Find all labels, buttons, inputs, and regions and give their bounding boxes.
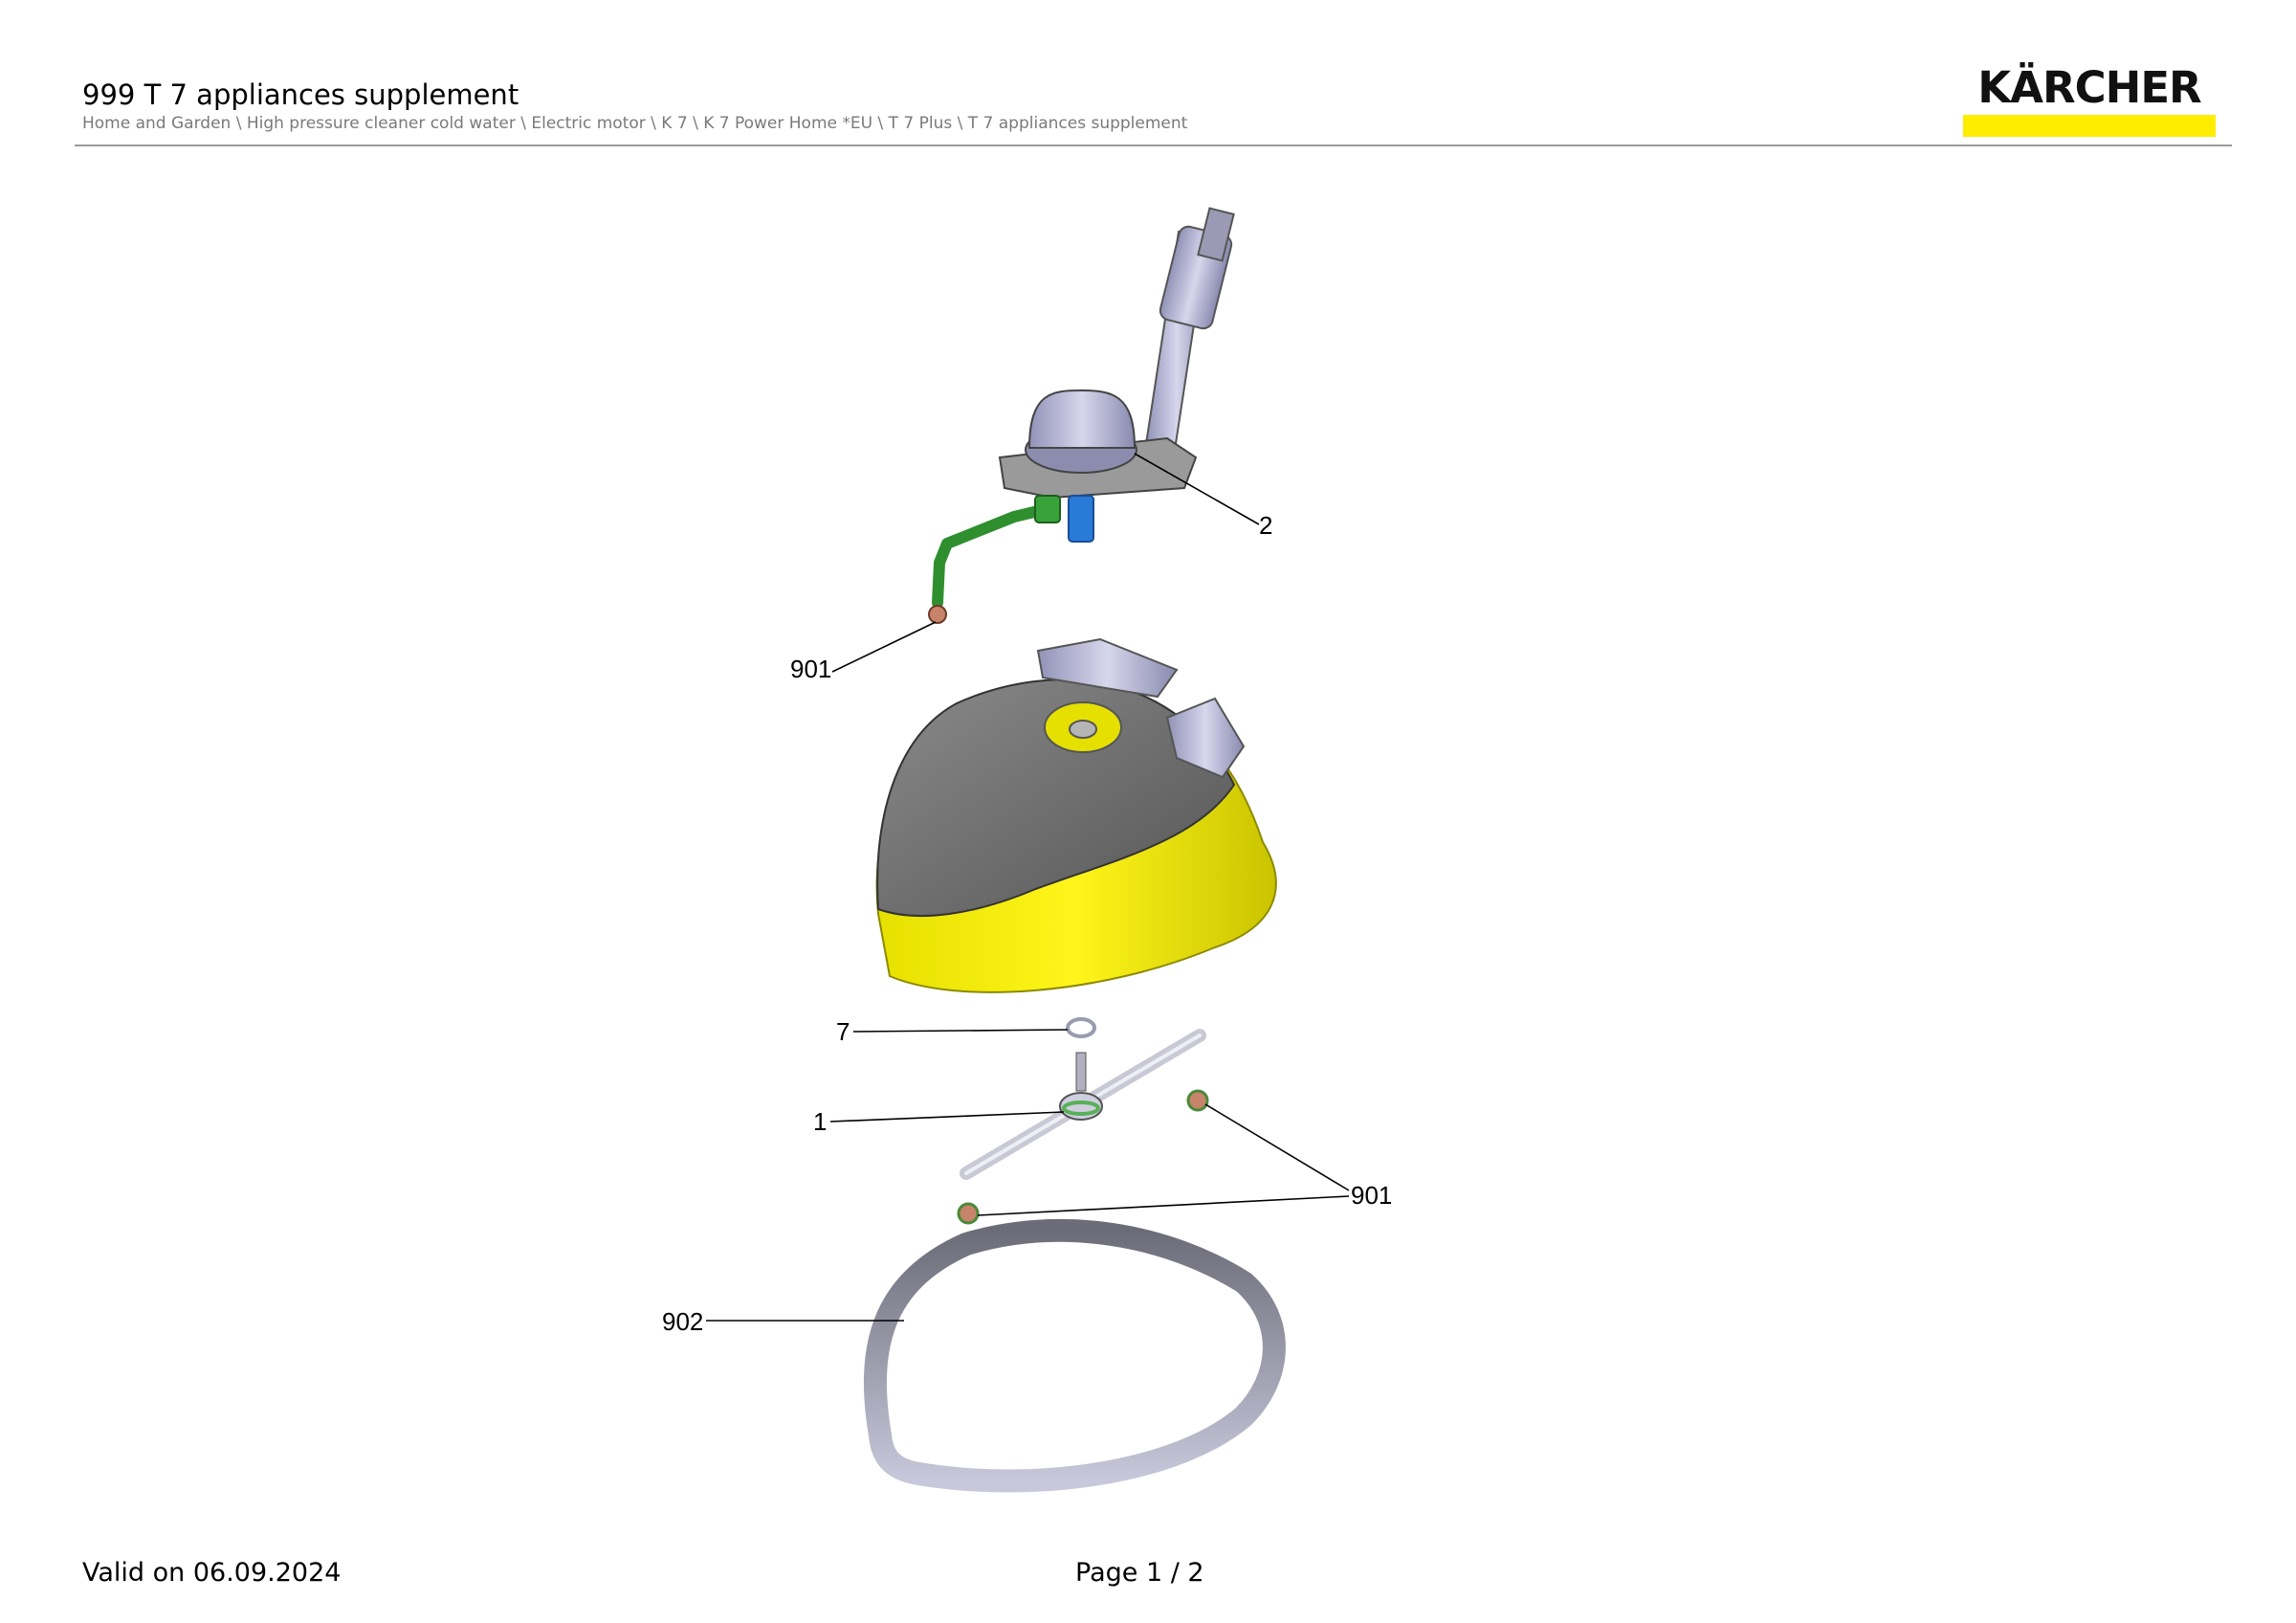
leader-1 [829,1111,1065,1123]
blue-nozzle [1068,495,1094,543]
callout-901-top: 901 [790,655,831,683]
validity-date: Valid on 06.09.2024 [82,1558,342,1588]
hose-coupling [1034,495,1061,523]
part-1-rotor-arm [960,1029,1206,1180]
surface-cleaner-housing [875,637,1277,993]
part-901-nozzle-top [928,605,947,624]
page-number: Page 1 / 2 [1075,1558,1204,1588]
callout-7: 7 [836,1017,850,1046]
leader-901-right [1204,1103,1350,1191]
leader-901-left [977,1195,1350,1216]
callout-902: 902 [662,1307,703,1336]
part-7-washer [1066,1017,1096,1038]
part-901-nozzle-right [1186,1089,1209,1112]
leader-901-top [831,621,937,673]
valve-dome [1027,389,1137,449]
leader-7 [852,1029,1069,1033]
callout-2: 2 [1259,511,1272,540]
part-901-nozzle-left [957,1202,980,1225]
part-902-splash-ring [863,1218,1286,1493]
exploded-parts-diagram: 2 901 7 1 901 902 [662,207,1392,1493]
callout-1: 1 [813,1107,827,1136]
rotor-shaft [1075,1052,1087,1092]
part-2-valve-assembly [928,207,1235,624]
housing-center-hub [1069,720,1097,739]
callout-901-right: 901 [1351,1181,1392,1210]
